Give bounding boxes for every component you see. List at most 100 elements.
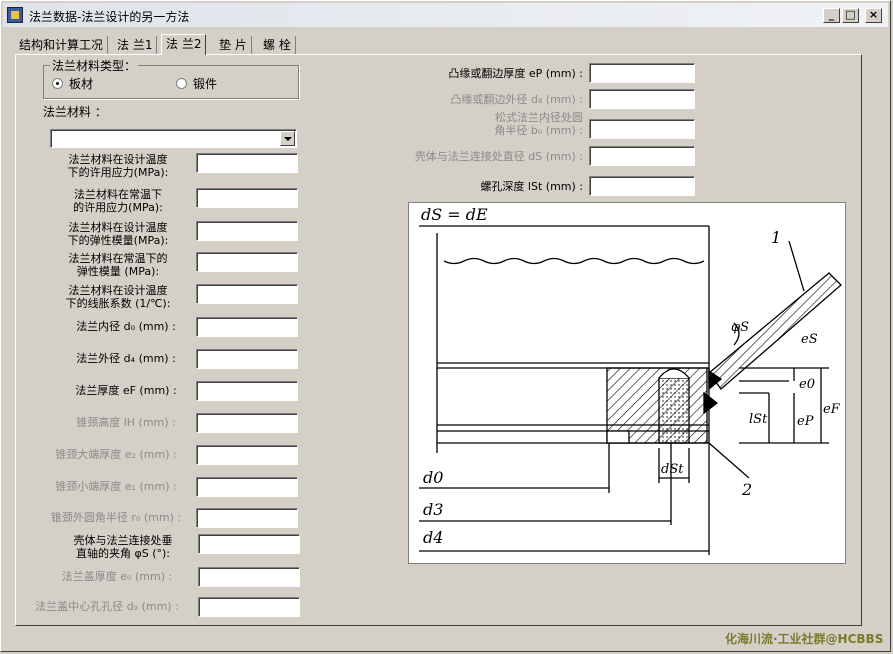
left-field-input[interactable]: [196, 153, 298, 173]
right-field-label-line1: 螺孔深度 lSt (mm) :: [480, 180, 583, 193]
left-field-input[interactable]: [196, 284, 298, 304]
left-field-label-line2: 的许用应力(MPa):: [73, 201, 163, 214]
left-field-input[interactable]: [196, 413, 298, 433]
tab-gasket[interactable]: 垫 片: [215, 36, 252, 54]
diagram-label-2: 2: [741, 480, 752, 499]
radio-forging-circle[interactable]: [176, 78, 187, 89]
left-field-input[interactable]: [196, 252, 298, 272]
right-field-input[interactable]: [589, 176, 695, 196]
dropdown-arrow-icon[interactable]: [280, 131, 295, 146]
main-window: 法兰数据-法兰设计的另一方法 _ □ × 结构和计算工况 法 兰1 法 兰2 垫…: [0, 0, 891, 652]
left-field-label-line1: 法兰材料在设计温度: [68, 221, 168, 234]
right-field-label-line1: 松式法兰内径处圆: [495, 111, 583, 124]
tab-flange1[interactable]: 法 兰1: [113, 36, 158, 54]
diagram-label-d0: d0: [423, 468, 443, 487]
right-field-input[interactable]: [589, 89, 695, 109]
left-field-label: 法兰材料在设计温度 下的弹性模量(MPa):: [53, 221, 183, 247]
right-field-label: 壳体与法兰连接处直径 dS (mm) :: [381, 150, 583, 163]
left-field-label-line1: 法兰材料在设计温度: [68, 284, 168, 297]
left-field-label-line1: 法兰外径 d₄ (mm) :: [76, 352, 176, 365]
diagram-label-1: 1: [771, 228, 781, 247]
left-field-label-line1: 法兰材料在设计温度: [68, 153, 168, 166]
diagram-label-phi: φS: [731, 320, 749, 335]
left-field-input[interactable]: [196, 508, 298, 528]
title-bar: 法兰数据-法兰设计的另一方法 _ □ ×: [3, 3, 888, 27]
flange-diagram-svg: dS = dE 1 2 φS eS e0 eP eF lSt dSt d0 d3…: [419, 205, 842, 555]
diagram-label-ds: dS = dE: [421, 205, 488, 224]
left-field-label-line1: 法兰厚度 eF (mm) :: [75, 384, 177, 397]
radio-forging-label: 锻件: [193, 77, 218, 91]
left-field-label: 法兰内径 d₀ (mm) :: [61, 320, 191, 333]
left-field-input[interactable]: [196, 477, 298, 497]
left-field-label: 法兰外径 d₄ (mm) :: [61, 352, 191, 365]
left-field-label: 法兰材料在设计温度 下的线胀系数 (1/℃):: [53, 284, 183, 310]
right-field-label: 凸缘或翻边外径 d₈ (mm) :: [391, 93, 583, 106]
diagram-label-d4: d4: [423, 528, 443, 547]
left-field-input[interactable]: [196, 445, 298, 465]
material-type-group: 法兰材料类型： 板材 锻件: [43, 57, 299, 99]
left-field-label-line1: 锥颈小端厚度 e₁ (mm) :: [55, 480, 177, 493]
diagram-label-dst: dSt: [661, 462, 684, 477]
radio-plate-label: 板材: [69, 77, 94, 91]
left-field-label: 壳体与法兰连接处垂 直轴的夹角 φS (°):: [53, 534, 193, 560]
right-field-label-line1: 凸缘或翻边外径 d₈ (mm) :: [450, 93, 583, 106]
right-field-input[interactable]: [589, 63, 695, 83]
radio-forging[interactable]: 锻件: [176, 75, 217, 92]
left-field-label: 法兰盖中心孔孔径 d₉ (mm) :: [21, 600, 193, 613]
diagram-label-ep: eP: [797, 414, 814, 429]
left-field-label-line1: 锥颈外圆角半径 r₀ (mm) :: [50, 511, 182, 524]
right-field-label-line1: 凸缘或翻边厚度 eP (mm) :: [448, 67, 583, 80]
left-field-label: 法兰材料在设计温度 下的许用应力(MPa):: [53, 153, 183, 179]
left-field-input[interactable]: [198, 567, 300, 587]
tab-structure[interactable]: 结构和计算工况: [15, 36, 109, 54]
right-field-label: 螺孔深度 lSt (mm) :: [421, 180, 583, 193]
right-field-input[interactable]: [589, 119, 695, 139]
left-field-input[interactable]: [198, 597, 300, 617]
left-field-input[interactable]: [196, 317, 298, 337]
app-icon: [7, 7, 23, 23]
left-field-input[interactable]: [196, 381, 298, 401]
tab-flange2[interactable]: 法 兰2: [161, 34, 207, 55]
left-field-label-line1: 锥颈大端厚度 e₂ (mm) :: [55, 448, 177, 461]
left-field-label-line2: 弹性模量 (MPa):: [76, 265, 160, 278]
left-field-label: 法兰材料在常温下 的许用应力(MPa):: [53, 188, 183, 214]
window-title: 法兰数据-法兰设计的另一方法: [29, 10, 190, 24]
material-type-title: 法兰材料类型：: [50, 57, 139, 74]
left-field-label-line1: 法兰材料在常温下: [74, 188, 162, 201]
left-field-label-line1: 壳体与法兰连接处垂: [73, 534, 173, 547]
left-field-label-line2: 下的弹性模量(MPa):: [67, 234, 169, 247]
left-field-label: 法兰盖厚度 e₀ (mm) :: [41, 570, 193, 583]
tab-bolt[interactable]: 螺 栓: [259, 36, 296, 54]
left-field-label-line2: 直轴的夹角 φS (°):: [75, 547, 171, 560]
left-field-input[interactable]: [196, 221, 298, 241]
close-button[interactable]: ×: [865, 8, 882, 23]
radio-plate[interactable]: 板材: [52, 75, 93, 92]
left-field-label: 法兰厚度 eF (mm) :: [61, 384, 191, 397]
radio-plate-circle[interactable]: [52, 78, 63, 89]
left-field-label-line1: 法兰盖厚度 e₀ (mm) :: [61, 570, 173, 583]
left-field-input[interactable]: [198, 534, 300, 554]
right-field-label-line1: 壳体与法兰连接处直径 dS (mm) :: [414, 150, 583, 163]
minimize-button[interactable]: _: [823, 8, 840, 23]
maximize-button[interactable]: □: [842, 8, 859, 23]
diagram-label-d3: d3: [423, 500, 443, 519]
diagram-label-es: eS: [801, 332, 818, 347]
left-field-label-line2: 下的许用应力(MPa):: [67, 166, 169, 179]
diagram-label-ef: eF: [823, 402, 841, 417]
left-field-label-line1: 法兰内径 d₀ (mm) :: [76, 320, 176, 333]
right-field-label-line2: 角半径 b₀ (mm) :: [494, 124, 583, 137]
watermark: 化海川流·工业社群@HCBBS: [725, 632, 884, 646]
right-field-input[interactable]: [589, 146, 695, 166]
right-field-label: 凸缘或翻边厚度 eP (mm) :: [391, 67, 583, 80]
diagram-label-e0: e0: [799, 377, 815, 392]
left-field-label-line2: 下的线胀系数 (1/℃):: [65, 297, 171, 310]
left-field-input[interactable]: [196, 188, 298, 208]
left-field-input[interactable]: [196, 349, 298, 369]
left-field-label: 锥颈小端厚度 e₁ (mm) :: [41, 480, 191, 493]
left-field-label-line1: 法兰材料在常温下的: [68, 252, 168, 265]
left-field-label-line1: 法兰盖中心孔孔径 d₉ (mm) :: [35, 600, 179, 613]
material-label: 法兰材料 ：: [43, 105, 107, 119]
right-field-label: 松式法兰内径处圆 角半径 b₀ (mm) :: [441, 111, 583, 137]
left-field-label: 法兰材料在常温下的 弹性模量 (MPa):: [53, 252, 183, 278]
material-select[interactable]: [50, 129, 297, 148]
